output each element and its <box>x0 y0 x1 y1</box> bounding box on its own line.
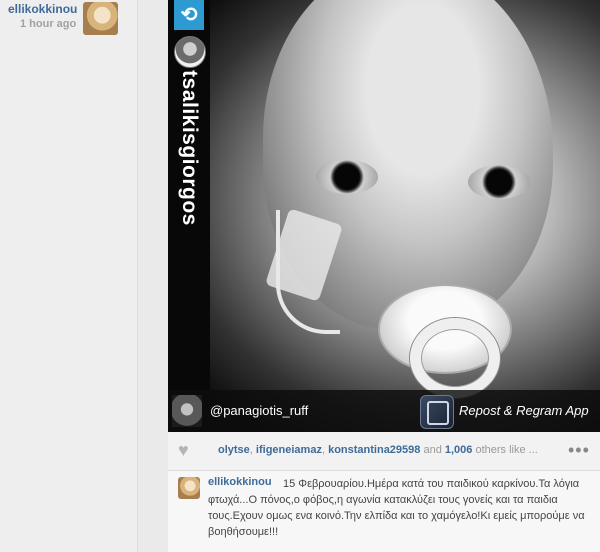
post-meta-panel: ellikokkinou 1 hour ago <box>0 0 138 552</box>
post-timestamp[interactable]: 1 hour ago <box>20 18 76 30</box>
original-username-label: tsalikisgiorgos <box>178 70 201 226</box>
poster-username[interactable]: ellikokkinou <box>8 2 77 16</box>
original-user-avatar[interactable] <box>174 36 206 68</box>
caption-username[interactable]: ellikokkinou <box>208 476 272 488</box>
repost-credit-bar: @panagiotis_ruff Repost & Regram App <box>168 390 600 432</box>
liker-1[interactable]: olytse <box>218 444 250 456</box>
post-photo[interactable]: ⟲ tsalikisgiorgos @panagiotis_ruff Repos… <box>168 0 600 432</box>
caption-area: 15 Φεβρουαρίου.Ημέρα κατά του παιδικού κ… <box>168 471 600 552</box>
heart-icon[interactable]: ♥ <box>178 441 198 459</box>
more-options-icon[interactable]: ••• <box>568 440 590 461</box>
photo-pacifier-ring <box>410 318 500 398</box>
repost-icon: ⟲ <box>174 0 204 30</box>
repost-app-icon[interactable] <box>420 395 454 429</box>
liker-2[interactable]: ifigeneiamaz <box>256 444 322 456</box>
repost-app-name[interactable]: Repost & Regram App <box>459 403 589 418</box>
credit-user-avatar[interactable] <box>172 395 202 427</box>
poster-avatar[interactable] <box>83 2 118 35</box>
photo-eye-left <box>316 160 378 194</box>
repost-strip: ⟲ tsalikisgiorgos <box>168 0 210 390</box>
likes-others[interactable]: others like ... <box>472 444 537 456</box>
likes-bar: ♥ olytse, ifigeneiamaz, konstantina29598… <box>168 432 600 471</box>
likes-and: and <box>420 444 445 456</box>
likes-summary: olytse, ifigeneiamaz, konstantina29598 a… <box>218 444 538 456</box>
liker-3[interactable]: konstantina29598 <box>328 444 420 456</box>
original-username[interactable]: tsalikisgiorgos <box>174 70 204 226</box>
photo-eye-right <box>468 165 530 199</box>
caption-avatar[interactable] <box>178 477 200 499</box>
left-column: ellikokkinou 1 hour ago <box>0 0 168 552</box>
likes-count[interactable]: 1,006 <box>445 444 473 456</box>
photo-tube <box>276 210 340 334</box>
credit-username[interactable]: @panagiotis_ruff <box>210 403 308 418</box>
